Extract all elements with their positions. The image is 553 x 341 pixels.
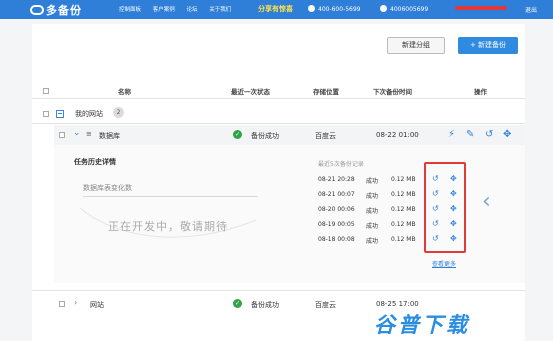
chevron-left-icon[interactable]: ‹ <box>482 189 491 214</box>
detail-title: 任务历史详情 <box>74 158 116 166</box>
history-size: 0.12 MB <box>391 221 416 228</box>
history-title: 最近5次备份记录 <box>318 161 364 168</box>
col-next-time: 下次备份时间 <box>373 88 412 96</box>
phone-1-text: 400-600-5699 <box>318 6 361 13</box>
row-checkbox-website[interactable] <box>59 301 65 307</box>
history-status: 成功 <box>366 193 379 200</box>
row-storage: 百度云 <box>315 301 336 309</box>
qq-icon <box>380 5 387 12</box>
chart-baseline <box>83 196 258 197</box>
logo[interactable]: 多备份 <box>30 2 82 18</box>
logo-text: 多备份 <box>46 4 82 17</box>
history-status: 成功 <box>366 208 379 215</box>
row-name[interactable]: 数据库 <box>99 131 120 141</box>
history-size: 0.12 MB <box>391 176 416 183</box>
nav-forum[interactable]: 论坛 <box>187 7 198 13</box>
row-next-time: 08-22 01:00 <box>376 131 419 139</box>
nav-dashboard[interactable]: 控制面板 <box>119 7 141 13</box>
chevron-down-icon[interactable]: ⌄ <box>73 128 81 138</box>
row-next-time: 08-25 17:00 <box>376 300 419 308</box>
row-status: 备份成功 <box>251 132 279 140</box>
logout-link[interactable]: 退出 <box>525 5 537 14</box>
user-account-redacted[interactable] <box>455 6 507 10</box>
history-time: 08-21 00:07 <box>318 191 355 198</box>
phone-2-text: 4006005699 <box>390 6 429 13</box>
edit-icon[interactable]: ✎ <box>466 130 474 140</box>
share-promo[interactable]: 分享有惊喜 <box>258 4 293 14</box>
phone-icon <box>308 5 315 12</box>
group-name[interactable]: 我的网站 <box>75 109 103 119</box>
row-status: 备份成功 <box>251 301 279 309</box>
success-icon: ✓ <box>233 299 242 308</box>
history-time: 08-21 20:28 <box>318 176 355 183</box>
watermark: 谷普下载 <box>374 313 470 337</box>
chevron-right-icon[interactable]: › <box>74 298 77 307</box>
phone-1: 400-600-5699 <box>308 5 361 13</box>
group-divider <box>32 123 525 124</box>
col-storage: 存储位置 <box>313 88 339 96</box>
history-size: 0.12 MB <box>391 206 416 213</box>
nav-cases[interactable]: 客户案例 <box>153 7 175 13</box>
history-size: 0.12 MB <box>391 236 416 243</box>
row-storage: 百度云 <box>315 132 336 140</box>
history-status: 成功 <box>366 238 379 245</box>
main-nav: 控制面板 客户案例 论坛 关于我们 <box>119 5 241 13</box>
history-time: 08-19 00:05 <box>318 221 355 228</box>
collapse-group-icon[interactable] <box>56 110 64 118</box>
database-icon: ≡ <box>86 130 92 138</box>
cloud-icon <box>30 5 44 15</box>
nav-about[interactable]: 关于我们 <box>209 7 231 13</box>
col-actions: 操作 <box>474 88 487 96</box>
history-time: 08-20 00:06 <box>318 206 355 213</box>
history-status: 成功 <box>366 178 379 185</box>
select-all-checkbox[interactable] <box>43 88 49 94</box>
history-icon[interactable]: ↺ <box>485 130 493 140</box>
col-last-status: 最近一次状态 <box>231 88 270 96</box>
row-name[interactable]: 网站 <box>90 300 104 310</box>
row-checkbox-database[interactable] <box>59 132 65 138</box>
run-now-icon[interactable]: ⚡ <box>448 130 455 140</box>
history-size: 0.12 MB <box>391 191 416 198</box>
under-development-text: 正在开发中，敬请期待 <box>108 220 228 233</box>
move-icon[interactable]: ✥ <box>503 130 511 140</box>
view-more-link[interactable]: 查看更多 <box>432 259 456 268</box>
header-divider <box>32 98 525 99</box>
phone-2: 4006005699 <box>380 5 428 13</box>
history-time: 08-18 00:08 <box>318 236 355 243</box>
highlight-box <box>424 162 466 253</box>
group-count-badge: 2 <box>113 107 124 118</box>
new-group-button[interactable]: 新建分组 <box>387 37 445 54</box>
history-status: 成功 <box>366 223 379 230</box>
top-bar: 多备份 控制面板 客户案例 论坛 关于我们 分享有惊喜 400-600-5699… <box>0 0 553 19</box>
success-icon: ✓ <box>233 130 242 139</box>
row-divider <box>32 290 525 291</box>
chart-label: 数据库表变化数 <box>83 184 132 192</box>
col-name: 名称 <box>118 88 131 96</box>
new-backup-button[interactable]: + 新建备份 <box>458 37 518 54</box>
group-checkbox[interactable] <box>43 111 49 117</box>
